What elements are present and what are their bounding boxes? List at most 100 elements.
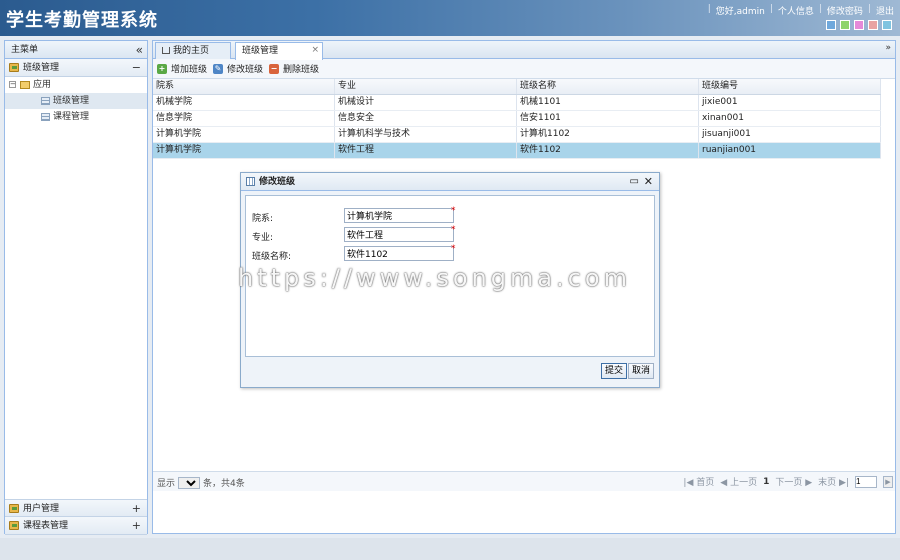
- goto-page-button[interactable]: ▶: [883, 475, 893, 488]
- collapse-menu-icon[interactable]: «: [136, 41, 143, 59]
- tab-class-management[interactable]: 班级管理 ×: [235, 42, 323, 60]
- edit-icon: ✎: [213, 63, 224, 74]
- section-label: 课程表管理: [23, 521, 69, 531]
- expand-icon[interactable]: +: [132, 517, 141, 535]
- submit-button[interactable]: 提交: [601, 363, 628, 379]
- table-row-selected[interactable]: 计算机学院 软件工程 软件1102 ruanjian001: [153, 143, 881, 159]
- cell: 机械1101: [517, 95, 699, 110]
- tab-label: 班级管理: [242, 46, 279, 56]
- cell: 机械学院: [153, 95, 335, 110]
- cell: xinan001: [699, 111, 881, 126]
- tree-expander-icon[interactable]: −: [9, 81, 16, 88]
- tree-item-class-management[interactable]: 班级管理: [5, 93, 147, 109]
- tree-root[interactable]: − 应用: [5, 77, 147, 93]
- add-class-button[interactable]: + 增加班级: [157, 62, 207, 75]
- button-label: 修改班级: [227, 65, 264, 75]
- add-icon: +: [157, 63, 167, 74]
- cell: jisuanji001: [699, 127, 881, 142]
- cell: 信安1101: [517, 111, 699, 126]
- pagination-bar: 显示 5 条，共4条 |◀ 首页 ◀ 上一页 1 下一页 ▶ 末页 ▶| ▶: [153, 471, 895, 491]
- top-links: | 您好,admin | 个人信息 | 修改密码 | 退出: [707, 4, 894, 17]
- expand-icon[interactable]: +: [132, 500, 141, 518]
- app-header: 学生考勤管理系统 | 您好,admin | 个人信息 | 修改密码 | 退出: [0, 0, 900, 36]
- column-header[interactable]: 班级名称: [517, 79, 699, 94]
- menu-title: 主菜单: [11, 45, 39, 55]
- section-schedule-management[interactable]: 课程表管理 +: [5, 517, 147, 535]
- column-header[interactable]: 班级编号: [699, 79, 881, 94]
- major-input[interactable]: [344, 227, 454, 242]
- tab-bar: 我的主页 班级管理 × »: [153, 41, 895, 60]
- section-user-management[interactable]: 用户管理 +: [5, 499, 147, 517]
- theme-cyan[interactable]: [882, 20, 892, 30]
- theme-pink[interactable]: [854, 20, 864, 30]
- change-password-link[interactable]: 修改密码: [827, 4, 863, 17]
- cell: 软件1102: [517, 143, 699, 158]
- page-size-group: 显示 5 条，共4条: [157, 476, 245, 489]
- page-size-select[interactable]: 5: [178, 476, 201, 489]
- delete-icon: −: [269, 63, 280, 74]
- next-page-link[interactable]: 下一页 ▶: [775, 475, 812, 488]
- tree-item-label: 课程管理: [53, 112, 90, 122]
- delete-class-button[interactable]: − 删除班级: [269, 62, 319, 75]
- class-grid: 院系 专业 班级名称 班级编号 机械学院 机械设计 机械1101 jixie00…: [153, 79, 881, 159]
- cell: 信息安全: [335, 111, 517, 126]
- cell: 软件工程: [335, 143, 517, 158]
- last-page-link[interactable]: 末页 ▶|: [818, 475, 849, 488]
- cell: 计算机科学与技术: [335, 127, 517, 142]
- page-icon: [41, 96, 50, 105]
- cell: jixie001: [699, 95, 881, 110]
- tree-item-label: 班级管理: [53, 96, 90, 106]
- theme-green[interactable]: [840, 20, 850, 30]
- table-row[interactable]: 计算机学院 计算机科学与技术 计算机1102 jisuanji001: [153, 127, 881, 143]
- theme-red[interactable]: [868, 20, 878, 30]
- field-label: 院系:: [252, 214, 274, 224]
- close-icon[interactable]: ✕: [644, 173, 653, 191]
- module-icon: [9, 504, 19, 513]
- page-nav: |◀ 首页 ◀ 上一页 1 下一页 ▶ 末页 ▶| ▶: [683, 475, 893, 488]
- maximize-icon[interactable]: ▭: [630, 173, 639, 191]
- cell: ruanjian001: [699, 143, 881, 158]
- edit-class-button[interactable]: ✎ 修改班级: [213, 62, 263, 75]
- grid-header: 院系 专业 班级名称 班级编号: [153, 79, 881, 95]
- close-tab-icon[interactable]: ×: [311, 42, 319, 58]
- module-icon: [9, 521, 19, 530]
- footer-bar: [0, 538, 900, 560]
- tab-label: 我的主页: [173, 46, 210, 56]
- button-label: 增加班级: [171, 65, 208, 75]
- column-header[interactable]: 专业: [335, 79, 517, 94]
- table-row[interactable]: 信息学院 信息安全 信安1101 xinan001: [153, 111, 881, 127]
- dialog-title: 修改班级: [259, 177, 296, 187]
- class-name-input[interactable]: [344, 246, 454, 261]
- section-class-management[interactable]: 班级管理 −: [5, 59, 147, 77]
- dialog-footer: 提交 取消: [245, 359, 655, 385]
- current-page: 1: [763, 476, 770, 487]
- folder-icon: [20, 80, 30, 89]
- menu-header: 主菜单 «: [5, 41, 147, 59]
- required-mark: *: [451, 244, 456, 254]
- dialog-header: 修改班级 ▭ ✕: [241, 173, 659, 191]
- show-label: 显示: [157, 479, 176, 489]
- column-header[interactable]: 院系: [153, 79, 335, 94]
- collapse-icon[interactable]: −: [132, 59, 141, 77]
- logout-link[interactable]: 退出: [876, 4, 894, 17]
- goto-page-input[interactable]: [855, 475, 877, 488]
- watermark-text: https://www.songma.com: [238, 264, 631, 292]
- button-label: 删除班级: [283, 65, 320, 75]
- cell: 计算机学院: [153, 143, 335, 158]
- theme-blue[interactable]: [826, 20, 836, 30]
- theme-switcher: [826, 20, 892, 30]
- tab-scroll-icon[interactable]: »: [885, 43, 891, 53]
- prev-page-link[interactable]: ◀ 上一页: [720, 475, 757, 488]
- profile-link[interactable]: 个人信息: [778, 4, 814, 17]
- page-icon: [41, 112, 50, 121]
- department-input[interactable]: [344, 208, 454, 223]
- tree-root-label: 应用: [33, 80, 52, 90]
- record-summary: 条，共4条: [203, 479, 245, 489]
- tab-home[interactable]: 我的主页: [155, 42, 231, 59]
- first-page-link[interactable]: |◀ 首页: [683, 475, 714, 488]
- cancel-button[interactable]: 取消: [628, 363, 655, 379]
- tree-item-course-management[interactable]: 课程管理: [5, 109, 147, 125]
- table-row[interactable]: 机械学院 机械设计 机械1101 jixie001: [153, 95, 881, 111]
- field-label: 班级名称:: [252, 252, 292, 262]
- user-greeting: 您好,admin: [715, 7, 765, 17]
